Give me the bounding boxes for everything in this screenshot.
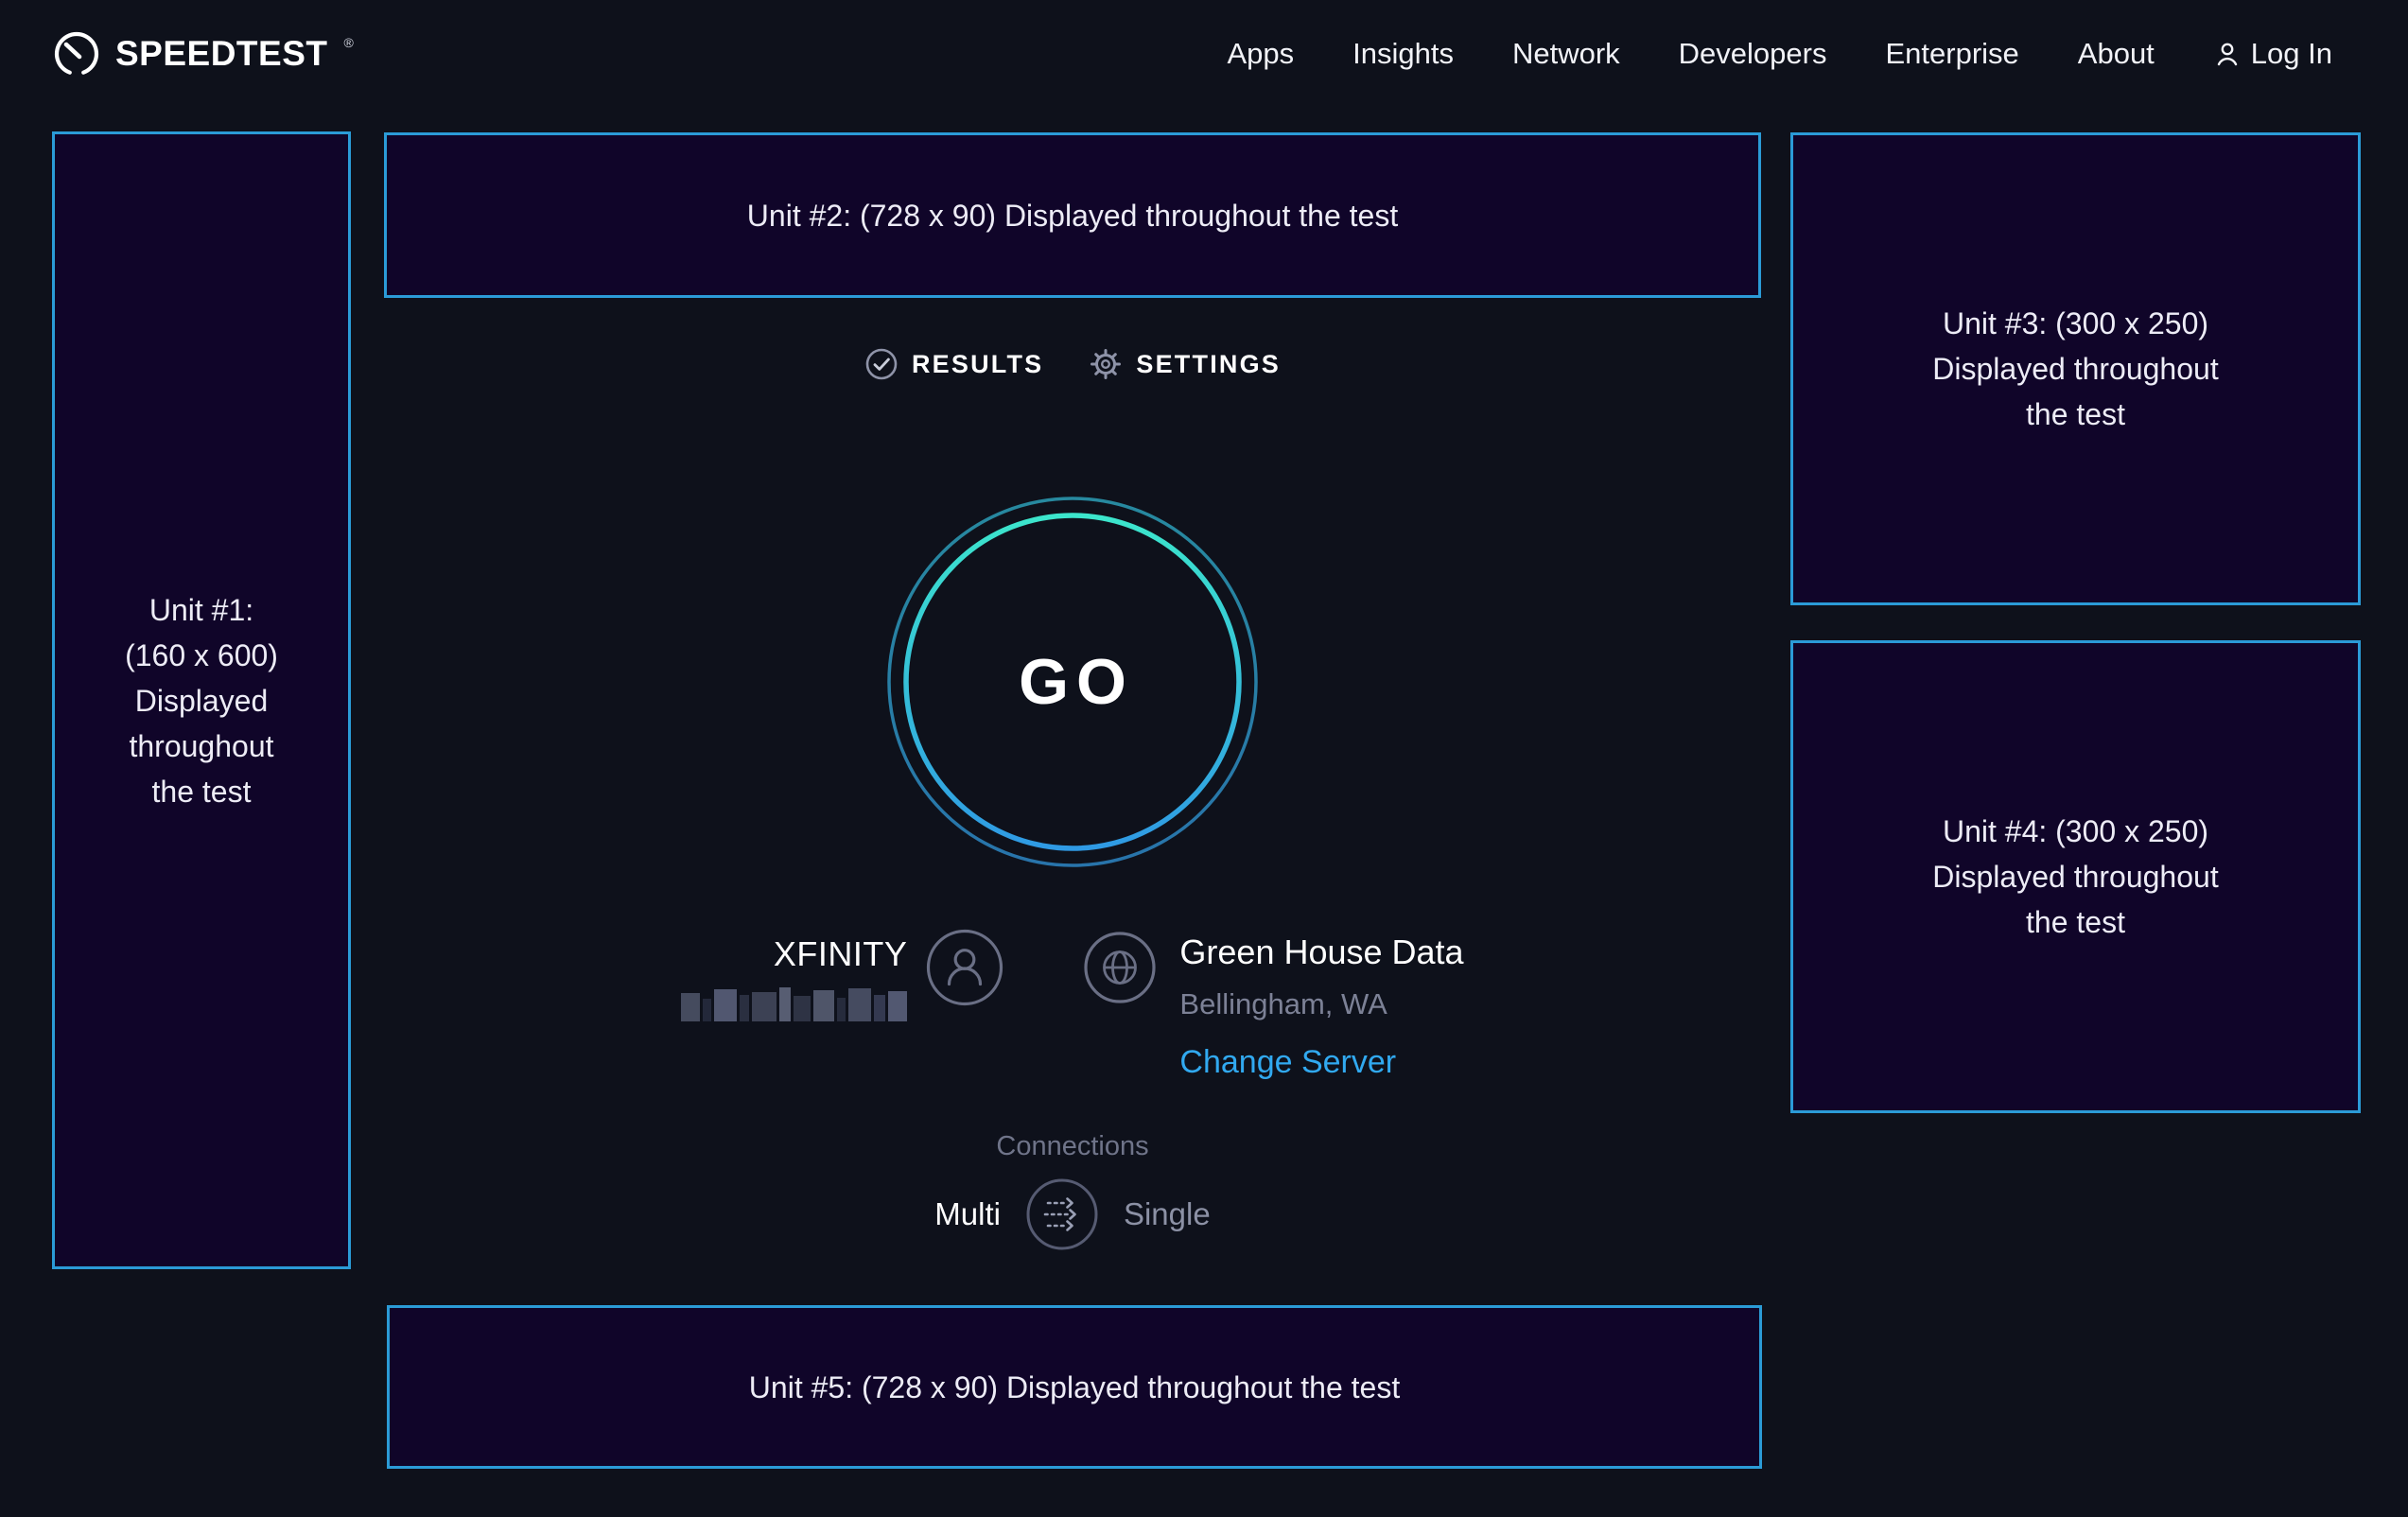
nav-item-apps[interactable]: Apps xyxy=(1227,37,1294,71)
isp-avatar-icon xyxy=(926,929,1003,1006)
server-block: Green House Data Bellingham, WA Change S… xyxy=(1179,927,1463,1081)
ad-unit-4-text: Unit #4: (300 x 250) Displayed throughou… xyxy=(1932,809,2218,945)
server-location: Bellingham, WA xyxy=(1179,987,1387,1021)
isp-block: XFINITY xyxy=(681,927,907,1021)
ad-unit-3[interactable]: Unit #3: (300 x 250) Displayed throughou… xyxy=(1790,132,2361,605)
logo-trademark: ® xyxy=(344,35,354,50)
server-name: Green House Data xyxy=(1179,933,1463,972)
globe-icon xyxy=(1083,931,1157,1004)
speedometer-icon xyxy=(52,29,101,78)
login-label: Log In xyxy=(2251,37,2332,71)
isp-name: XFINITY xyxy=(774,934,908,974)
ad-unit-1[interactable]: Unit #1: (160 x 600) Displayed throughou… xyxy=(52,131,351,1269)
connections-toggle-button[interactable] xyxy=(1025,1177,1099,1251)
tab-settings[interactable]: SETTINGS xyxy=(1089,347,1281,381)
connections-single-option[interactable]: Single xyxy=(1124,1196,1211,1232)
multi-connections-icon xyxy=(1025,1177,1099,1251)
top-nav: SPEEDTEST ® Apps Insights Network Develo… xyxy=(0,0,2408,107)
speedtest-logo[interactable]: SPEEDTEST ® xyxy=(52,29,352,78)
tab-results[interactable]: RESULTS xyxy=(864,347,1043,381)
ad-unit-1-text: Unit #1: (160 x 600) Displayed throughou… xyxy=(125,587,278,814)
connections-row: Multi Single xyxy=(384,1177,1761,1252)
isp-server-row: XFINITY Green House Data Belli xyxy=(384,927,1761,1081)
ad-unit-5-text: Unit #5: (728 x 90) Displayed throughout… xyxy=(749,1365,1400,1410)
ad-unit-2[interactable]: Unit #2: (728 x 90) Displayed throughout… xyxy=(384,132,1761,298)
tabs-row: RESULTS SETTINGS xyxy=(384,336,1761,392)
tab-settings-label: SETTINGS xyxy=(1136,350,1281,379)
nav-item-network[interactable]: Network xyxy=(1512,37,1620,71)
nav-item-developers[interactable]: Developers xyxy=(1679,37,1827,71)
gear-icon xyxy=(1089,347,1123,381)
nav-item-insights[interactable]: Insights xyxy=(1352,37,1454,71)
go-button[interactable]: GO xyxy=(885,495,1260,869)
check-circle-icon xyxy=(864,347,899,381)
go-button-label: GO xyxy=(1019,645,1134,719)
logo-text: SPEEDTEST xyxy=(115,34,328,74)
redacted-ip xyxy=(681,985,907,1021)
nav-item-about[interactable]: About xyxy=(2078,37,2155,71)
main-nav: Apps Insights Network Developers Enterpr… xyxy=(1227,37,2332,71)
ad-unit-4[interactable]: Unit #4: (300 x 250) Displayed throughou… xyxy=(1790,640,2361,1113)
connections-multi-option[interactable]: Multi xyxy=(934,1196,1001,1232)
user-icon xyxy=(2213,40,2242,68)
speedtest-page: SPEEDTEST ® Apps Insights Network Develo… xyxy=(0,0,2408,1517)
ad-unit-5[interactable]: Unit #5: (728 x 90) Displayed throughout… xyxy=(387,1305,1762,1469)
ad-unit-3-text: Unit #3: (300 x 250) Displayed throughou… xyxy=(1932,301,2218,437)
login-button[interactable]: Log In xyxy=(2213,37,2332,71)
nav-item-enterprise[interactable]: Enterprise xyxy=(1885,37,2018,71)
change-server-link[interactable]: Change Server xyxy=(1179,1044,1396,1081)
tab-results-label: RESULTS xyxy=(912,350,1043,379)
ad-unit-2-text: Unit #2: (728 x 90) Displayed throughout… xyxy=(747,193,1398,238)
connections-label: Connections xyxy=(384,1131,1761,1162)
